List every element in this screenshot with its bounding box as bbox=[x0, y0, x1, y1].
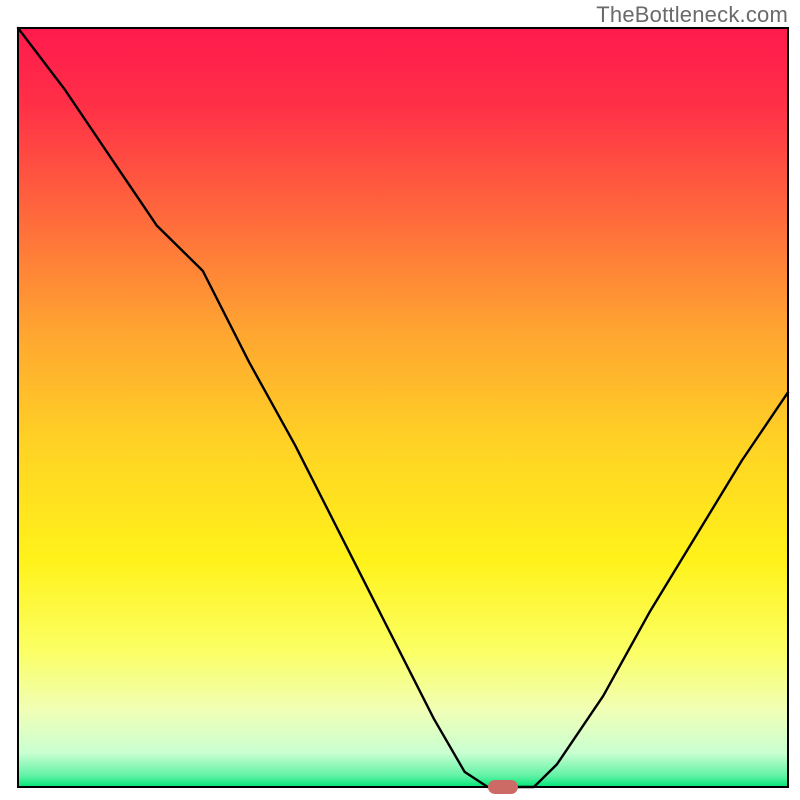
gradient-background bbox=[18, 28, 788, 787]
chart-container: TheBottleneck.com bbox=[0, 0, 800, 800]
optimal-marker bbox=[488, 780, 518, 794]
chart-svg bbox=[0, 0, 800, 800]
watermark-text: TheBottleneck.com bbox=[596, 2, 788, 28]
